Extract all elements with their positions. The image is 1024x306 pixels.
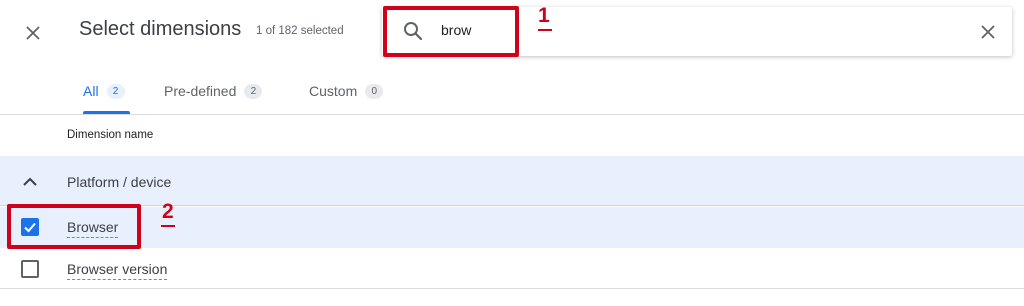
- chevron-up-icon[interactable]: [20, 172, 40, 192]
- annotation-box-1: [383, 6, 519, 57]
- divider: [0, 114, 1024, 115]
- annotation-box-2: [7, 204, 141, 249]
- close-icon: [981, 25, 995, 39]
- close-icon: [26, 26, 40, 40]
- tab-all[interactable]: All 2: [83, 80, 125, 102]
- annotation-number-2: 2: [162, 200, 174, 223]
- dialog-title: Select dimensions: [79, 18, 242, 40]
- tab-custom[interactable]: Custom 0: [309, 80, 384, 102]
- item-label-browser-version[interactable]: Browser version: [67, 261, 168, 280]
- close-dialog-button[interactable]: [20, 20, 46, 46]
- tab-label: Custom: [309, 83, 358, 99]
- tab-count-badge: 0: [365, 83, 384, 99]
- selected-count: 1 of 182 selected: [256, 25, 344, 37]
- tab-pre-defined[interactable]: Pre-defined 2: [164, 80, 263, 102]
- annotation-underline: [538, 29, 552, 31]
- checkbox-browser-version[interactable]: [21, 260, 39, 278]
- annotation-underline: [161, 225, 175, 227]
- tab-count-badge: 2: [106, 83, 125, 99]
- group-label: Platform / device: [67, 174, 172, 190]
- clear-search-button[interactable]: [976, 20, 1000, 44]
- tab-label: All: [83, 83, 99, 99]
- annotation-number-1: 1: [538, 4, 550, 27]
- tab-label: Pre-defined: [164, 83, 237, 99]
- column-header-dimension-name: Dimension name: [67, 129, 154, 141]
- list-item-browser[interactable]: [0, 207, 1024, 248]
- tab-count-badge: 2: [244, 83, 263, 99]
